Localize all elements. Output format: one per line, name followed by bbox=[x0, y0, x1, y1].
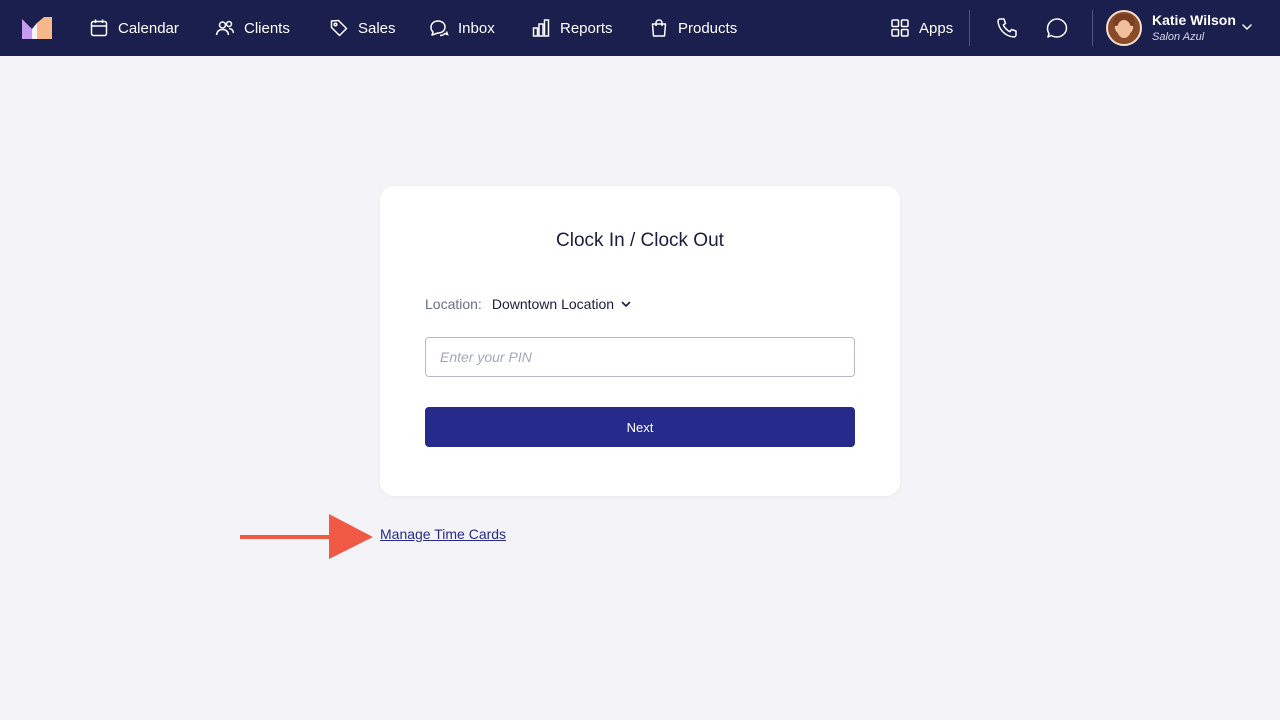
nav-products-label: Products bbox=[678, 19, 738, 37]
next-button[interactable]: Next bbox=[425, 407, 855, 447]
nav-sales[interactable]: Sales bbox=[329, 0, 396, 56]
brand-logo-icon[interactable] bbox=[22, 17, 52, 39]
nav-divider-2 bbox=[1092, 10, 1093, 46]
nav-reports[interactable]: Reports bbox=[531, 0, 613, 56]
nav-sales-label: Sales bbox=[358, 19, 396, 37]
chevron-down-icon bbox=[621, 301, 631, 307]
location-label: Location: bbox=[425, 296, 482, 312]
calendar-icon bbox=[90, 19, 108, 37]
tag-icon bbox=[330, 19, 348, 37]
clients-icon bbox=[215, 20, 235, 36]
profile-salon: Salon Azul bbox=[1152, 31, 1205, 44]
nav-divider bbox=[969, 10, 970, 46]
nav-clients[interactable]: Clients bbox=[215, 0, 290, 56]
bar-chart-icon bbox=[532, 19, 550, 37]
nav-calendar-label: Calendar bbox=[118, 19, 179, 37]
location-value: Downtown Location bbox=[491, 296, 615, 312]
nav-apps-label: Apps bbox=[919, 19, 954, 37]
nav-products[interactable]: Products bbox=[649, 0, 737, 56]
location-row: Location: Downtown Location bbox=[425, 296, 632, 312]
apps-grid-icon bbox=[891, 19, 909, 37]
nav-inbox-label: Inbox bbox=[458, 19, 495, 37]
pin-input[interactable] bbox=[425, 337, 855, 377]
nav-apps[interactable]: Apps bbox=[890, 0, 953, 56]
manage-time-cards-link[interactable]: Manage Time Cards bbox=[380, 526, 506, 542]
phone-icon[interactable] bbox=[995, 16, 1019, 40]
clock-in-card: Clock In / Clock Out Location: Downtown … bbox=[380, 186, 900, 496]
nav-clients-label: Clients bbox=[244, 19, 290, 37]
chevron-down-icon[interactable] bbox=[1240, 20, 1254, 34]
card-title: Clock In / Clock Out bbox=[556, 230, 724, 251]
user-profile-menu[interactable]: Katie Wilson Salon Azul bbox=[1106, 10, 1236, 46]
chat-bubbles-icon bbox=[430, 20, 449, 37]
location-dropdown[interactable]: Downtown Location bbox=[492, 296, 632, 312]
profile-name: Katie Wilson bbox=[1152, 11, 1236, 28]
avatar bbox=[1106, 10, 1142, 46]
nav-reports-label: Reports bbox=[560, 19, 613, 37]
shopping-bag-icon bbox=[651, 19, 667, 37]
message-icon[interactable] bbox=[1045, 16, 1069, 40]
top-navigation-bar: Calendar Clients Sales Inbox Reports Pro… bbox=[0, 0, 1280, 56]
nav-calendar[interactable]: Calendar bbox=[89, 0, 179, 56]
annotation-arrow-icon bbox=[240, 514, 373, 559]
nav-inbox[interactable]: Inbox bbox=[429, 0, 495, 56]
